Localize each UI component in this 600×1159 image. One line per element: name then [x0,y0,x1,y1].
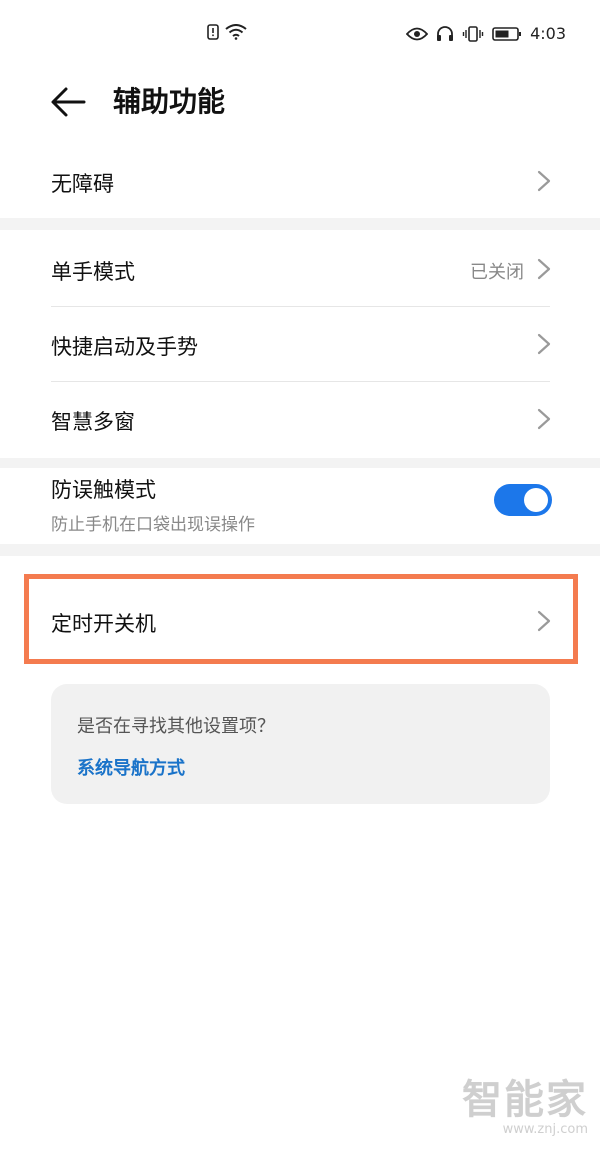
status-time: 4:03 [530,24,566,43]
list-item-label: 快捷启动及手势 [51,335,198,359]
suggestion-link-system-navigation[interactable]: 系统导航方式 [77,754,185,780]
list-item-value: 已关闭 [470,262,524,283]
watermark-url: www.znj.com [502,1122,588,1137]
list-item-shortcuts-gestures[interactable]: 快捷启动及手势 [0,307,600,381]
chevron-right-icon [537,258,551,280]
list-item-label: 智慧多窗 [51,410,135,434]
suggestion-question: 是否在寻找其他设置项？ [77,716,275,737]
list-item-subtitle: 防止手机在口袋出现误操作 [51,515,255,535]
list-item-one-hand-mode[interactable]: 单手模式 已关闭 [0,230,600,306]
section-gap [0,218,600,230]
arrow-left-icon [51,87,86,117]
list-item-scheduled-power[interactable]: 定时开关机 [0,580,600,660]
page-header: 辅助功能 [0,70,600,140]
chevron-right-icon [537,610,551,632]
accidental-touch-toggle[interactable] [494,484,552,516]
battery-icon [492,26,522,41]
list-item-multi-window[interactable]: 智慧多窗 [0,382,600,458]
chevron-right-icon [537,333,551,355]
section-gap [0,458,600,468]
status-bar: 4:03 [0,0,600,70]
page-title: 辅助功能 [113,85,226,118]
status-left-icons [207,24,247,40]
list-item-label: 单手模式 [51,260,135,284]
list-item-label: 无障碍 [51,172,114,196]
list-item-accessibility[interactable]: 无障碍 [0,144,600,218]
watermark-logo: 智能家 [462,1077,588,1123]
toggle-knob [524,488,548,512]
list-item-label: 定时开关机 [51,612,156,636]
section-gap [0,544,600,556]
eye-icon [406,27,429,40]
wifi-icon [225,24,247,40]
chevron-right-icon [537,170,551,192]
alert-icon [207,24,219,40]
headphones-icon [437,25,454,41]
vibrate-icon [462,25,484,42]
list-item-label: 防误触模式 [51,478,156,502]
list-item-accidental-touch[interactable]: 防误触模式 防止手机在口袋出现误操作 [0,468,600,544]
suggestion-card: 是否在寻找其他设置项？ 系统导航方式 [51,684,550,804]
back-button[interactable] [48,82,88,122]
watermark: 智能家 www.znj.com [462,1078,588,1137]
chevron-right-icon [537,408,551,430]
status-right-icons: 4:03 [406,24,566,43]
